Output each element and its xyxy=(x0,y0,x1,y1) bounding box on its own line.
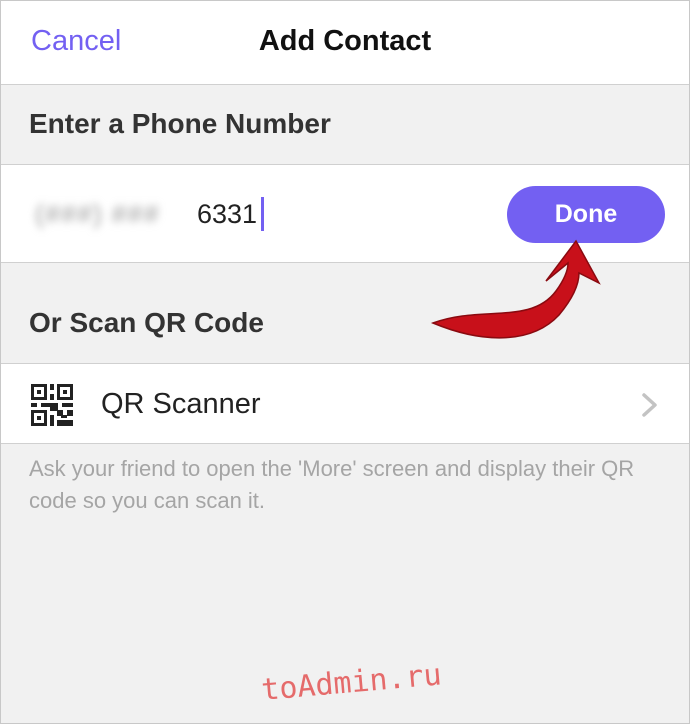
red-arrow-icon xyxy=(430,239,601,339)
qr-scanner-row[interactable]: QR Scanner xyxy=(1,364,689,444)
phone-number-blurred: (###) ### xyxy=(35,199,160,229)
nav-bar: Cancel Add Contact xyxy=(1,1,689,85)
add-contact-screen: Cancel Add Contact Enter a Phone Number … xyxy=(0,0,690,724)
qr-code-icon xyxy=(31,384,73,426)
phone-number-field[interactable]: 6331 xyxy=(197,199,257,230)
watermark: toAdmin.ru xyxy=(259,657,443,708)
phone-section-header-label: Enter a Phone Number xyxy=(29,108,331,139)
qr-section-header-label: Or Scan QR Code xyxy=(29,307,264,338)
qr-scanner-label: QR Scanner xyxy=(101,388,261,420)
text-caret xyxy=(261,197,264,231)
page-title: Add Contact xyxy=(258,25,432,57)
chevron-right-icon xyxy=(642,393,657,417)
qr-hint-text: Ask your friend to open the 'More' scree… xyxy=(29,456,635,513)
phone-section-header: Enter a Phone Number xyxy=(1,85,689,165)
